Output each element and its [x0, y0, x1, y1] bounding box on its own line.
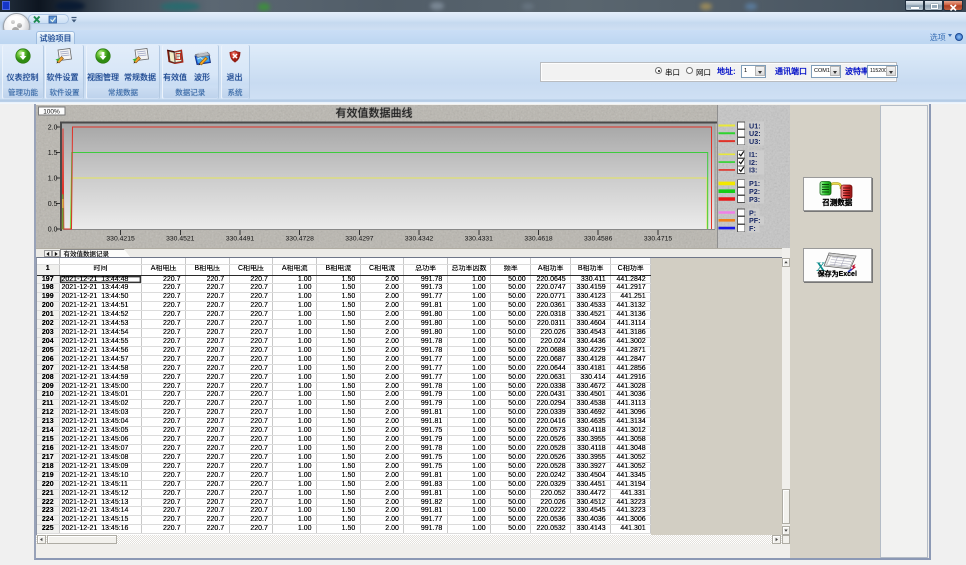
svg-text:有效值数据曲线: 有效值数据曲线 — [336, 105, 413, 119]
svg-text:330.4618: 330.4618 — [524, 235, 553, 242]
svg-text:0.0: 0.0 — [48, 226, 58, 233]
svg-text:1.0: 1.0 — [48, 175, 58, 182]
svg-text:P3:: P3: — [749, 194, 760, 203]
svg-text:330.4342: 330.4342 — [405, 235, 434, 242]
svg-text:330.4215: 330.4215 — [106, 235, 135, 242]
svg-text:1.5: 1.5 — [48, 150, 58, 157]
svg-text:330.4728: 330.4728 — [286, 235, 315, 242]
svg-text:330.4297: 330.4297 — [345, 235, 374, 242]
svg-text:F:: F: — [749, 223, 756, 232]
svg-text:330.4491: 330.4491 — [226, 235, 255, 242]
svg-text:330.4331: 330.4331 — [465, 235, 494, 242]
svg-text:330.4715: 330.4715 — [644, 235, 673, 242]
svg-text:330.4521: 330.4521 — [166, 235, 195, 242]
svg-text:0.5: 0.5 — [48, 201, 58, 208]
svg-text:I3:: I3: — [749, 165, 757, 174]
svg-text:330.4586: 330.4586 — [584, 235, 613, 242]
svg-text:100%: 100% — [43, 108, 60, 115]
svg-text:U3:: U3: — [749, 136, 761, 145]
svg-text:2.0: 2.0 — [48, 124, 58, 131]
